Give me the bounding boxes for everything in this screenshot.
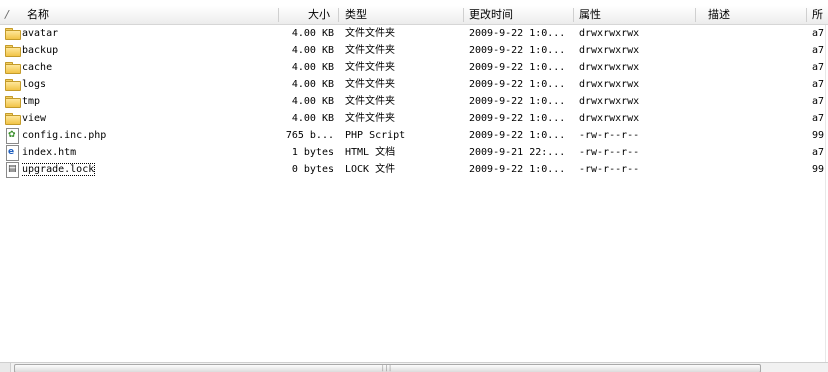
file-modified: 2009-9-22 1:0... — [469, 28, 566, 39]
file-name[interactable]: logs — [22, 76, 272, 93]
column-header-modified[interactable]: 更改时间 — [469, 6, 513, 24]
file-list-panel: / 名称 大小 类型 更改时间 属性 描述 所 avatar 4.00 KB 文件文… — [0, 0, 828, 372]
scroll-left-button[interactable] — [0, 363, 11, 372]
file-type: 文件文件夹 — [345, 45, 395, 56]
lock-file-icon: ▤ — [6, 162, 19, 178]
file-modified: 2009-9-22 1:0... — [469, 130, 566, 141]
file-description — [699, 59, 804, 76]
folder-icon — [5, 96, 21, 108]
scrollbar-thumb[interactable]: ||| — [14, 364, 761, 372]
folder-icon — [5, 45, 21, 57]
file-type: 文件文件夹 — [345, 28, 395, 39]
column-divider[interactable] — [463, 8, 464, 22]
file-size: 765 b... — [285, 130, 334, 141]
file-modified: 2009-9-22 1:0... — [469, 62, 566, 73]
folder-icon — [5, 28, 21, 40]
grip-icon: ||| — [381, 365, 392, 372]
folder-icon — [5, 79, 21, 91]
column-header-name[interactable]: 名称 — [27, 6, 49, 24]
file-type: 文件文件夹 — [345, 113, 395, 124]
file-modified: 2009-9-22 1:0... — [469, 164, 566, 175]
file-name[interactable]: config.inc.php — [22, 127, 272, 144]
file-permissions: drwxrwxrwx — [579, 113, 640, 124]
column-divider[interactable] — [278, 8, 279, 22]
column-header-permissions[interactable]: 属性 — [579, 6, 601, 24]
file-size: 4.00 KB — [291, 62, 334, 73]
file-row[interactable]: logs 4.00 KB 文件文件夹 2009-9-22 1:0... drwxrwxr… — [0, 76, 828, 93]
file-size: 4.00 KB — [291, 79, 334, 90]
column-divider[interactable] — [695, 8, 696, 22]
file-name[interactable]: avatar — [22, 25, 272, 42]
column-edge — [825, 25, 826, 362]
file-name[interactable]: upgrade.lock — [22, 161, 272, 178]
file-modified: 2009-9-21 22:... — [469, 147, 566, 158]
file-type: LOCK 文件 — [345, 164, 396, 175]
file-row[interactable]: tmp 4.00 KB 文件文件夹 2009-9-22 1:0... drwxrwxrw… — [0, 93, 828, 110]
file-size: 4.00 KB — [291, 113, 334, 124]
file-type: PHP Script — [345, 130, 406, 141]
file-permissions: -rw-r--r-- — [579, 164, 640, 175]
file-modified: 2009-9-22 1:0... — [469, 113, 566, 124]
file-row[interactable]: avatar 4.00 KB 文件文件夹 2009-9-22 1:0... drwxrw… — [0, 25, 828, 42]
file-type: 文件文件夹 — [345, 96, 395, 107]
file-type: HTML 文档 — [345, 147, 396, 158]
file-row[interactable]: view 4.00 KB 文件文件夹 2009-9-22 1:0... drwxrwxr… — [0, 110, 828, 127]
file-row[interactable]: ✿ config.inc.php 765 b... PHP Script 2009-9-… — [0, 127, 828, 144]
file-row[interactable]: cache 4.00 KB 文件文件夹 2009-9-22 1:0... drwxrwx… — [0, 59, 828, 76]
folder-icon — [5, 113, 21, 125]
file-modified: 2009-9-22 1:0... — [469, 45, 566, 56]
file-modified: 2009-9-22 1:0... — [469, 79, 566, 90]
horizontal-scrollbar[interactable]: ||| — [0, 362, 828, 372]
file-size: 4.00 KB — [291, 45, 334, 56]
column-divider[interactable] — [338, 8, 339, 22]
file-row[interactable]: e index.htm 1 bytes HTML 文档 2009-9-21 22:...… — [0, 144, 828, 161]
sort-indicator: / — [5, 8, 9, 21]
file-permissions: drwxrwxrwx — [579, 62, 640, 73]
file-size: 4.00 KB — [291, 28, 334, 39]
file-description — [699, 25, 804, 42]
file-size: 4.00 KB — [291, 96, 334, 107]
column-header-description[interactable]: 描述 — [708, 6, 730, 24]
column-divider[interactable] — [573, 8, 574, 22]
file-name[interactable]: view — [22, 110, 272, 127]
column-header-bar: / 名称 大小 类型 更改时间 属性 描述 所 — [0, 6, 828, 25]
file-description — [699, 161, 804, 178]
file-description — [699, 110, 804, 127]
file-permissions: drwxrwxrwx — [579, 28, 640, 39]
file-type: 文件文件夹 — [345, 62, 395, 73]
file-name[interactable]: index.htm — [22, 144, 272, 161]
file-permissions: drwxrwxrwx — [579, 96, 640, 107]
html-file-icon: e — [6, 145, 19, 161]
file-permissions: -rw-r--r-- — [579, 130, 640, 141]
file-name[interactable]: backup — [22, 42, 272, 59]
file-permissions: drwxrwxrwx — [579, 45, 640, 56]
file-row[interactable]: ▤ upgrade.lock 0 bytes LOCK 文件 2009-9-22 1:0… — [0, 161, 828, 178]
file-size: 1 bytes — [291, 147, 334, 158]
file-description — [699, 76, 804, 93]
file-name[interactable]: cache — [22, 59, 272, 76]
file-modified: 2009-9-22 1:0... — [469, 96, 566, 107]
file-permissions: drwxrwxrwx — [579, 79, 640, 90]
file-description — [699, 42, 804, 59]
column-header-type[interactable]: 类型 — [345, 6, 367, 24]
file-size: 0 bytes — [291, 164, 334, 175]
file-type: 文件文件夹 — [345, 79, 395, 90]
php-file-icon: ✿ — [6, 128, 19, 144]
file-rows: avatar 4.00 KB 文件文件夹 2009-9-22 1:0... drwxrw… — [0, 25, 828, 178]
column-divider[interactable] — [806, 8, 807, 22]
column-header-size[interactable]: 大小 — [308, 6, 330, 24]
file-description — [699, 144, 804, 161]
file-description — [699, 93, 804, 110]
column-header-owner[interactable]: 所 — [812, 6, 823, 24]
file-permissions: -rw-r--r-- — [579, 147, 640, 158]
file-row[interactable]: backup 4.00 KB 文件文件夹 2009-9-22 1:0... drwxrw… — [0, 42, 828, 59]
folder-icon — [5, 62, 21, 74]
file-name[interactable]: tmp — [22, 93, 272, 110]
file-description — [699, 127, 804, 144]
